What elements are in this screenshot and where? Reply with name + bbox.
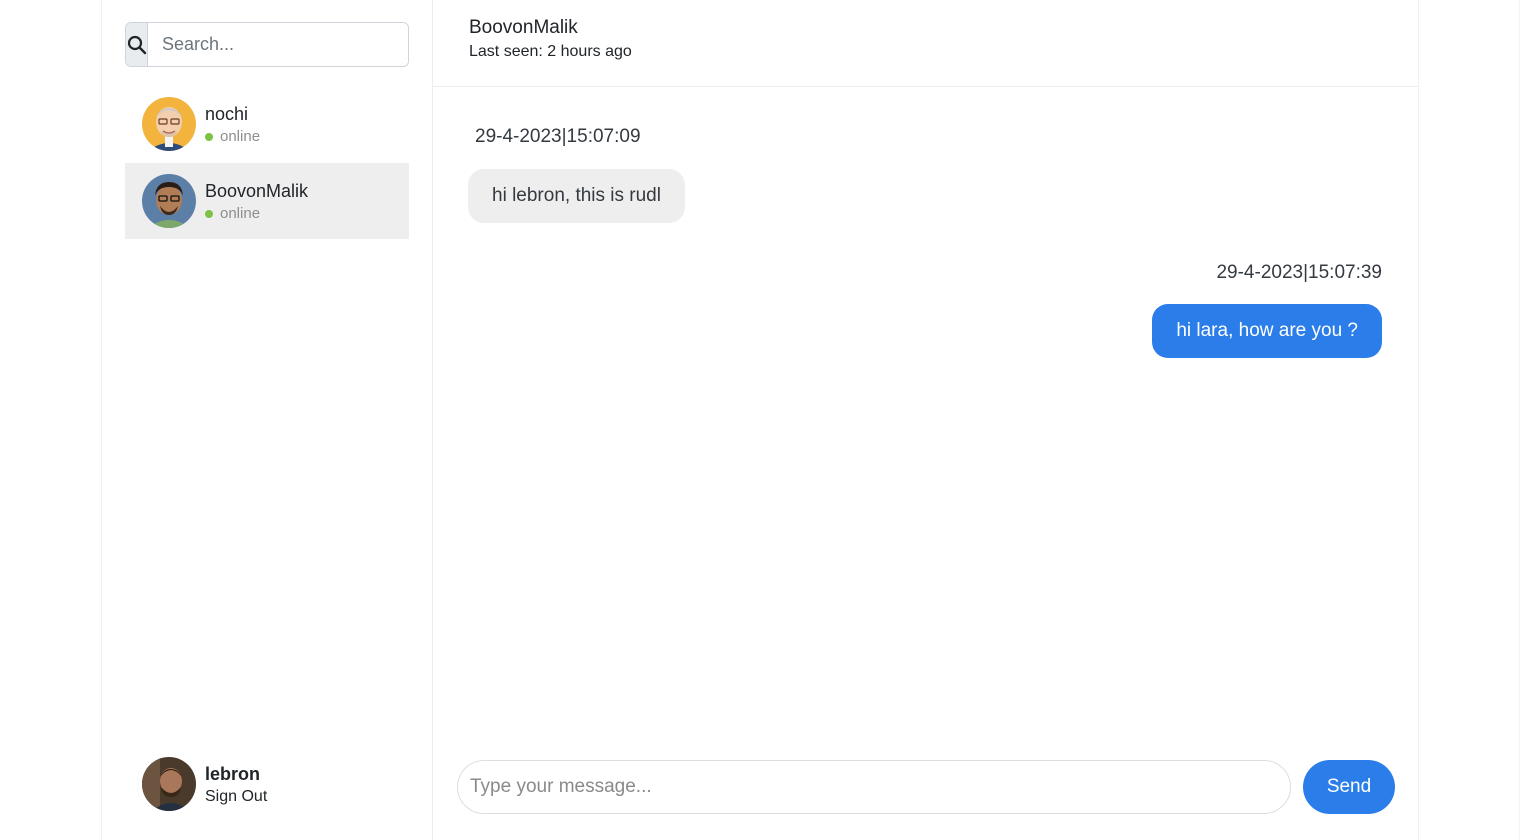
avatar: [142, 174, 196, 228]
contact-name: BoovonMalik: [205, 181, 309, 201]
sidebar: nochi online Boovon: [102, 0, 433, 840]
chat-title: BoovonMalik: [469, 17, 578, 38]
incoming-message-bubble: hi lebron, this is rudl: [468, 169, 685, 223]
contact-name: nochi: [205, 104, 249, 124]
search-input[interactable]: [148, 23, 408, 66]
chat-app: nochi online Boovon: [101, 0, 1419, 840]
avatar: [142, 757, 196, 811]
chat-pane: BoovonMalik Last seen: 2 hours ago 29-4-…: [433, 0, 1418, 840]
message-input[interactable]: [457, 760, 1291, 814]
search-icon: [127, 35, 146, 54]
avatar: [142, 97, 196, 151]
message-timestamp: 29-4-2023|15:07:09: [475, 126, 641, 147]
send-button[interactable]: Send: [1303, 760, 1395, 814]
contact-status: online: [220, 128, 261, 145]
chat-header: BoovonMalik Last seen: 2 hours ago: [433, 0, 1418, 87]
search-box: [125, 22, 409, 67]
online-indicator: [205, 132, 213, 141]
message-timestamp: 29-4-2023|15:07:39: [1216, 262, 1382, 283]
current-user: lebron Sign Out: [142, 757, 267, 811]
window-edge: [1519, 0, 1520, 840]
current-user-name: lebron: [205, 763, 261, 784]
search-button[interactable]: [126, 23, 148, 66]
contact-item-nochi[interactable]: nochi online: [125, 86, 409, 162]
sign-out-link[interactable]: Sign Out: [205, 788, 267, 806]
last-seen: Last seen: 2 hours ago: [469, 43, 632, 60]
contact-item-boovonmalik[interactable]: BoovonMalik online: [125, 163, 409, 239]
contact-status: online: [220, 205, 261, 222]
outgoing-message-bubble: hi lara, how are you ?: [1152, 304, 1382, 358]
online-indicator: [205, 209, 213, 218]
